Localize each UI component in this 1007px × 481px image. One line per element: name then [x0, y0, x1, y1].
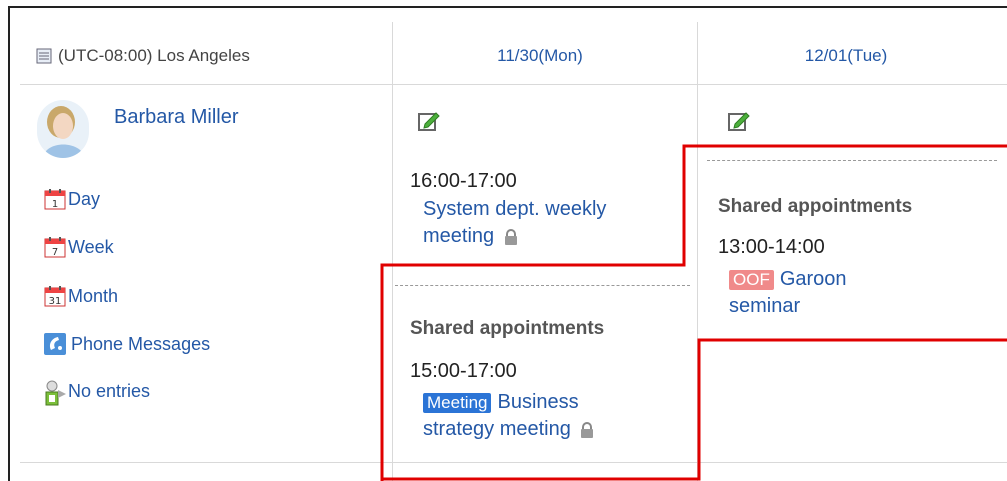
shared-appointments-highlight — [380, 144, 1007, 481]
